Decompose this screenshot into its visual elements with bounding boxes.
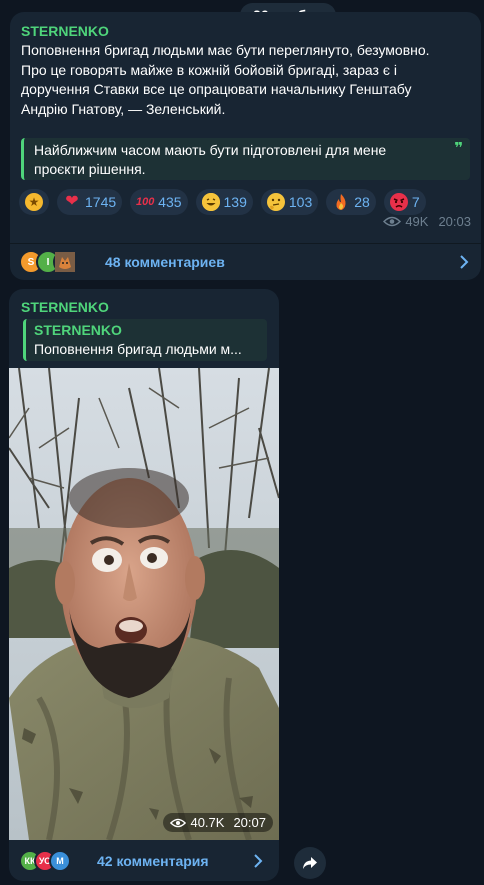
- grin-icon: [201, 193, 220, 211]
- comments-label[interactable]: 48 комментариев: [105, 254, 225, 270]
- view-count: 40.7K: [190, 815, 225, 830]
- video-thumbnail[interactable]: 40.7K 20:07: [9, 368, 279, 840]
- message-bubble-post2[interactable]: STERNENKO STERNENKO Поповнення бригад лю…: [9, 289, 279, 881]
- reaction-grin[interactable]: 139: [195, 189, 253, 215]
- channel-name[interactable]: STERNENKO: [21, 299, 109, 315]
- reaction-count: 1745: [85, 194, 117, 210]
- commenter-avatars: S I: [19, 250, 89, 274]
- chevron-right-icon: [460, 255, 469, 269]
- avatar: [53, 250, 77, 274]
- channel-name[interactable]: STERNENKO: [21, 23, 109, 39]
- reaction-count: 435: [158, 194, 182, 210]
- thinking-icon: [266, 193, 285, 211]
- reaction-star[interactable]: ★: [19, 189, 49, 215]
- eye-icon: [383, 216, 402, 227]
- message-time: 20:03: [438, 214, 471, 229]
- angry-icon: [389, 193, 408, 211]
- heart-icon: ❤: [65, 193, 79, 210]
- message-time: 20:07: [233, 815, 266, 830]
- reactions-bar: ★ ❤ 1745 100 435 139 103 28 7: [19, 189, 479, 215]
- quote-block: Найближчим часом мають бути підготовлені…: [21, 138, 470, 180]
- fox-avatar-icon: [55, 252, 75, 272]
- reply-text: Поповнення бригад людьми м...: [34, 341, 242, 357]
- reaction-count: 28: [354, 194, 370, 210]
- video-frame-image: [9, 368, 279, 840]
- reaction-count: 139: [223, 194, 247, 210]
- commenter-avatars: КК УО М: [19, 850, 85, 872]
- comments-button[interactable]: S I 48 комментариев: [10, 244, 481, 280]
- reaction-fire[interactable]: 28: [326, 189, 376, 215]
- video-meta: 40.7K 20:07: [163, 813, 273, 832]
- hundred-icon: 100: [135, 196, 155, 208]
- comments-button[interactable]: КК УО М 42 комментария: [9, 844, 279, 878]
- star-icon: ★: [25, 193, 43, 211]
- reaction-hundred[interactable]: 100 435: [130, 189, 188, 215]
- reply-preview[interactable]: STERNENKO Поповнення бригад людьми м...: [23, 319, 267, 361]
- reaction-angry[interactable]: 7: [383, 189, 426, 215]
- reaction-count: 7: [411, 194, 420, 210]
- view-count: 49K: [405, 214, 429, 229]
- quote-text: Найближчим часом мають бути підготовлені…: [34, 142, 387, 177]
- eye-icon: [170, 818, 187, 827]
- share-button[interactable]: [294, 847, 326, 879]
- reply-author: STERNENKO: [34, 322, 122, 338]
- message-text: Поповнення бригад людьми має бути перегл…: [21, 42, 430, 117]
- share-arrow-icon: [303, 857, 317, 869]
- quote-mark-icon: ❞: [454, 140, 463, 157]
- chevron-right-icon: [254, 854, 263, 868]
- avatar: М: [49, 850, 71, 872]
- reaction-heart[interactable]: ❤ 1745: [57, 189, 123, 215]
- reaction-thinking[interactable]: 103: [260, 189, 319, 215]
- message-bubble-post1[interactable]: STERNENKO Поповнення бригад людьми має б…: [10, 12, 481, 280]
- reaction-count: 103: [288, 194, 313, 210]
- fire-icon: [332, 193, 350, 211]
- comments-label[interactable]: 42 комментария: [97, 853, 209, 869]
- message-meta: 49K 20:03: [383, 214, 471, 229]
